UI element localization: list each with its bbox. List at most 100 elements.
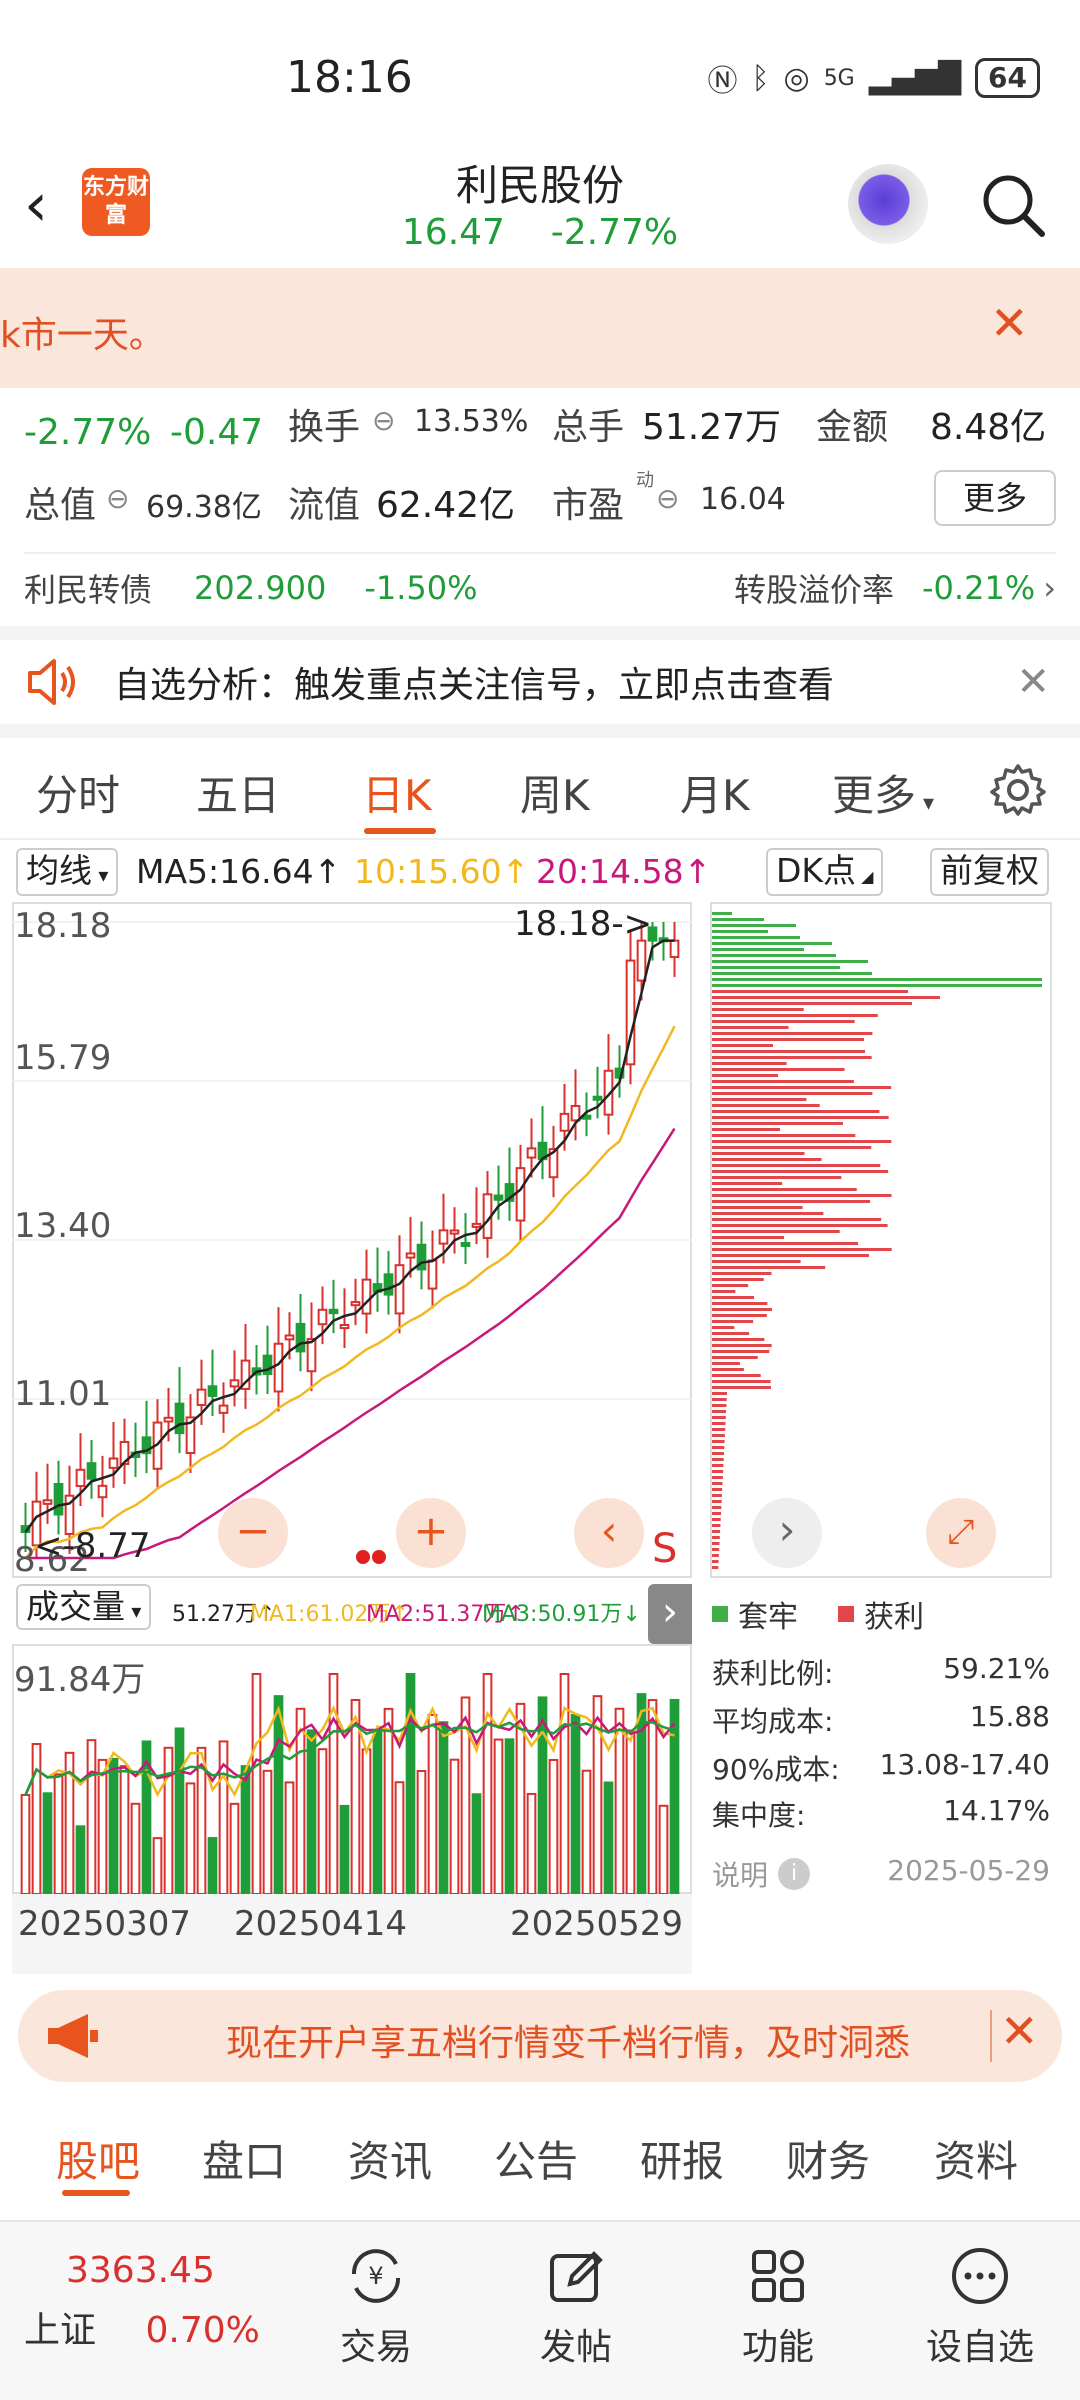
event-marker-icon[interactable]	[372, 1550, 386, 1564]
volume-bar	[361, 1748, 372, 1894]
analysis-alert[interactable]: 自选分析：触发重点关注信号，立即点击查看 ✕	[0, 640, 1080, 724]
promo-banner[interactable]: 现在开户享五档行情变千档行情，及时洞悉 ✕	[18, 1990, 1062, 2082]
tab-weekly-k[interactable]: 周K	[520, 762, 590, 823]
close-icon[interactable]: ✕	[990, 296, 1029, 350]
chip-bar	[712, 1068, 845, 1071]
scroll-right-button[interactable]: ›	[752, 1498, 822, 1568]
volume-bar	[262, 1769, 273, 1894]
chip-bar	[712, 1128, 781, 1131]
candle-body	[405, 1252, 416, 1259]
chip-bar	[712, 1038, 865, 1041]
volume-bar	[504, 1738, 515, 1894]
chip-bar	[712, 1104, 820, 1107]
close-icon[interactable]: ✕	[1000, 2004, 1039, 2058]
volume-bar	[306, 1729, 317, 1894]
fullscreen-icon[interactable]: ⤢	[926, 1498, 996, 1568]
nav-functions[interactable]: 功能	[708, 2236, 848, 2370]
tab-finance[interactable]: 财务	[786, 2128, 870, 2189]
tab-daily-k[interactable]: 日K	[362, 762, 432, 823]
more-button[interactable]: 更多	[934, 470, 1056, 526]
volume-bar	[317, 1748, 328, 1894]
chip-bar	[712, 1506, 722, 1509]
search-icon[interactable]	[978, 170, 1048, 240]
index-ticker[interactable]: 3363.45 上证 0.70%	[24, 2250, 284, 2353]
info-icon[interactable]: ⊖	[106, 482, 129, 515]
chip-bar	[712, 990, 908, 993]
y-tick-label: 15.79	[14, 1038, 112, 1078]
tab-five-day[interactable]: 五日	[196, 762, 280, 823]
volume-bar	[31, 1743, 42, 1894]
tab-research[interactable]: 研报	[640, 2128, 724, 2189]
chip-bar	[712, 1368, 744, 1371]
tab-more[interactable]: 更多 ▾	[832, 762, 934, 823]
chip-bar	[712, 972, 872, 975]
chip-bar	[712, 1026, 789, 1029]
nav-add-watchlist[interactable]: 设自选	[910, 2236, 1050, 2370]
low-price-label: <-8.77	[34, 1526, 151, 1566]
chip-bar	[712, 1452, 724, 1455]
legend-swatch-profit	[838, 1606, 854, 1622]
profit-ratio-value: 59.21%	[943, 1652, 1050, 1685]
chip-bar	[712, 1296, 755, 1299]
pe-label: 市盈	[552, 485, 625, 526]
chip-bar	[712, 1302, 768, 1305]
sell-signal-marker[interactable]: S	[652, 1526, 677, 1572]
candle-body	[174, 1402, 185, 1435]
candle-body	[42, 1499, 53, 1505]
nav-post[interactable]: 发帖	[506, 2236, 646, 2370]
nav-trade[interactable]: ¥ 交易	[306, 2236, 446, 2370]
candle-body	[515, 1167, 526, 1222]
info-icon[interactable]: ⊖	[372, 404, 395, 437]
tab-guba[interactable]: 股吧	[56, 2128, 140, 2189]
turnover-value: 13.53%	[414, 404, 529, 439]
expand-panel-button[interactable]: ›	[648, 1584, 692, 1644]
content-tabs: 股吧 盘口 资讯 公告 研报 财务 资料	[0, 2108, 1080, 2208]
chip-bar	[712, 1206, 803, 1209]
chip-bar	[712, 1272, 772, 1275]
volume-bar	[438, 1721, 449, 1894]
volume-bar	[372, 1729, 383, 1894]
gear-icon[interactable]	[990, 762, 1046, 818]
scroll-left-button[interactable]: ‹	[574, 1498, 644, 1568]
date-tick: 20250307	[18, 1904, 192, 1944]
indicator-select[interactable]: 成交量 ▾	[16, 1584, 152, 1630]
tab-announcements[interactable]: 公告	[494, 2128, 578, 2189]
info-icon[interactable]: ⊖	[656, 482, 679, 515]
chip-bar	[712, 924, 796, 927]
tab-pankou[interactable]: 盘口	[202, 2128, 286, 2189]
adjust-select[interactable]: 前复权	[930, 848, 1049, 896]
tab-intraday[interactable]: 分时	[36, 762, 120, 823]
candle-body	[328, 1308, 339, 1315]
zoom-out-button[interactable]: −	[218, 1498, 288, 1568]
volume-bar	[471, 1793, 482, 1894]
tab-profile[interactable]: 资料	[934, 2128, 1018, 2189]
zoom-in-button[interactable]: +	[396, 1498, 466, 1568]
candle-body	[383, 1273, 394, 1296]
volume-bar	[229, 1802, 240, 1894]
close-icon[interactable]: ✕	[1016, 659, 1050, 705]
trade-icon: ¥	[306, 2236, 446, 2316]
candle-body	[97, 1484, 108, 1499]
tab-news[interactable]: 资讯	[348, 2128, 432, 2189]
robot-assistant-icon[interactable]	[848, 164, 928, 244]
volume-bar	[658, 1804, 669, 1894]
tab-monthly-k[interactable]: 月K	[680, 762, 750, 823]
date-tick: 20250529	[510, 1904, 684, 1944]
chip-bar	[712, 1320, 754, 1323]
candlestick-chart[interactable]	[12, 902, 692, 1578]
volume-label: 总手	[552, 407, 625, 448]
notice-banner[interactable]: k市一天。 ✕	[0, 268, 1080, 388]
chip-bar	[712, 1524, 721, 1527]
volume-bar	[427, 1713, 438, 1894]
chip-bar	[712, 1158, 822, 1161]
float-label: 流值	[288, 485, 361, 526]
candle-body	[592, 1095, 603, 1101]
candle-body	[196, 1388, 207, 1407]
event-marker-icon[interactable]	[356, 1550, 370, 1564]
ma-select[interactable]: 均线 ▾	[16, 848, 119, 896]
status-icons: Ⓝ ᛒ ◎ 5G ▂▄▆█ 64	[708, 56, 1040, 100]
chip-bar	[712, 1440, 725, 1443]
chip-bar	[712, 942, 832, 945]
convertible-bond-row[interactable]: 利民转债 202.900 -1.50% 转股溢价率 -0.21% ›	[24, 566, 1056, 610]
dk-point-select[interactable]: DK点 ◢	[766, 848, 884, 896]
